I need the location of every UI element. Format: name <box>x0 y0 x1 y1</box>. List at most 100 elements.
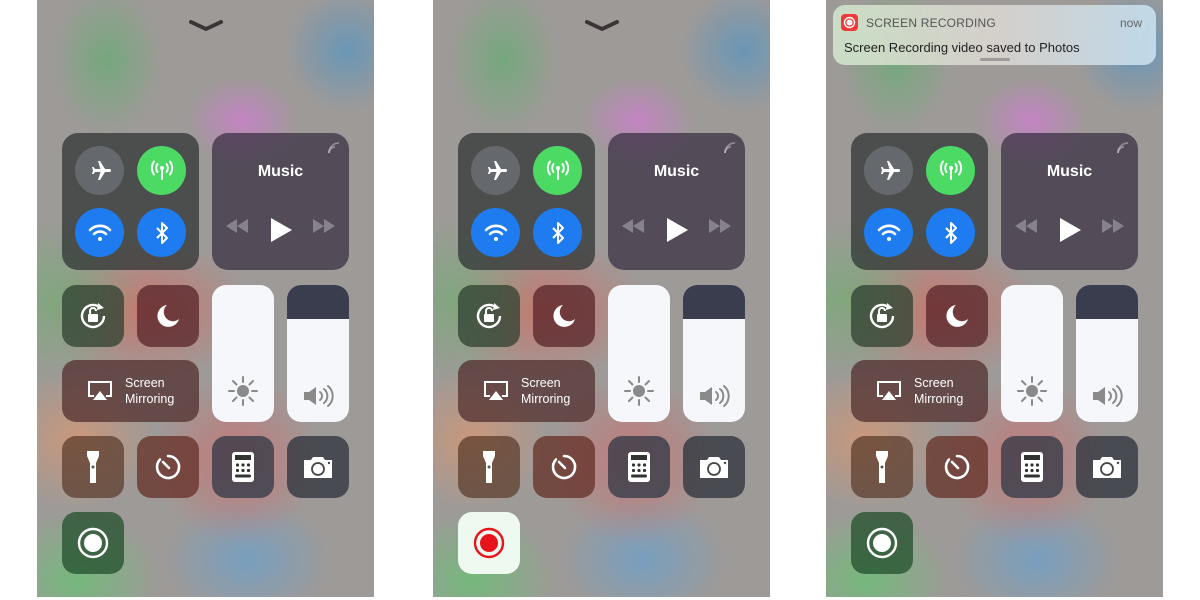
brightness-slider[interactable] <box>212 285 274 422</box>
cellular-data-toggle[interactable] <box>137 146 186 195</box>
do-not-disturb-toggle[interactable] <box>137 285 199 347</box>
bluetooth-toggle[interactable] <box>137 208 186 257</box>
wifi-toggle[interactable] <box>864 208 913 257</box>
moon-icon <box>157 305 179 327</box>
rewind-icon[interactable] <box>1014 219 1038 233</box>
airplane-icon <box>880 160 900 180</box>
timer-button[interactable] <box>533 436 595 498</box>
wifi-icon <box>484 224 507 241</box>
dismiss-chevron-icon[interactable] <box>585 20 619 32</box>
flashlight-button[interactable] <box>62 436 124 498</box>
speaker-icon <box>1093 385 1123 407</box>
screen-mirroring-label-line2: Mirroring <box>914 392 964 406</box>
speaker-icon <box>700 385 730 407</box>
airplane-mode-toggle[interactable] <box>471 146 520 195</box>
airplay-icon <box>877 381 901 400</box>
dismiss-chevron-icon[interactable] <box>189 20 223 32</box>
airplay-audio-icon[interactable] <box>327 141 341 155</box>
brightness-slider[interactable] <box>1001 285 1063 422</box>
volume-slider-empty <box>1076 285 1138 320</box>
cellular-data-toggle[interactable] <box>533 146 582 195</box>
camera-button[interactable] <box>683 436 745 498</box>
calculator-icon <box>628 452 650 482</box>
screen-mirroring-label-line2: Mirroring <box>521 392 571 406</box>
play-icon[interactable] <box>665 217 689 243</box>
orientation-lock-toggle[interactable] <box>458 285 520 347</box>
screen-recording-button[interactable] <box>851 512 913 574</box>
screen-record-icon <box>843 16 856 29</box>
flashlight-button[interactable] <box>851 436 913 498</box>
wifi-toggle[interactable] <box>471 208 520 257</box>
do-not-disturb-toggle[interactable] <box>926 285 988 347</box>
connectivity-module <box>62 133 199 270</box>
wifi-icon <box>877 224 900 241</box>
rotation-lock-icon <box>476 303 502 329</box>
control-center-recording: Music Screen Mirroring <box>433 0 770 597</box>
music-module[interactable]: Music <box>608 133 745 270</box>
screen-record-icon <box>473 527 505 559</box>
music-module[interactable]: Music <box>1001 133 1138 270</box>
orientation-lock-toggle[interactable] <box>851 285 913 347</box>
rewind-icon[interactable] <box>225 219 249 233</box>
do-not-disturb-toggle[interactable] <box>533 285 595 347</box>
volume-slider[interactable] <box>683 285 745 422</box>
airplane-icon <box>487 160 507 180</box>
airplane-icon <box>91 160 111 180</box>
flashlight-icon <box>87 451 99 483</box>
music-module[interactable]: Music <box>212 133 349 270</box>
play-icon[interactable] <box>1058 217 1082 243</box>
wifi-icon <box>88 224 111 241</box>
sun-icon <box>1017 376 1047 406</box>
airplane-mode-toggle[interactable] <box>864 146 913 195</box>
fast-forward-icon[interactable] <box>312 219 336 233</box>
timer-button[interactable] <box>137 436 199 498</box>
bluetooth-toggle[interactable] <box>926 208 975 257</box>
calculator-button[interactable] <box>608 436 670 498</box>
bluetooth-icon <box>551 221 564 244</box>
calculator-button[interactable] <box>212 436 274 498</box>
volume-slider-empty <box>287 285 349 320</box>
airplane-mode-toggle[interactable] <box>75 146 124 195</box>
bluetooth-icon <box>944 221 957 244</box>
brightness-slider[interactable] <box>608 285 670 422</box>
speaker-icon <box>304 385 334 407</box>
flashlight-icon <box>483 451 495 483</box>
notification-app-name: SCREEN RECORDING <box>866 16 996 30</box>
notification-app-icon <box>841 14 858 31</box>
music-title: Music <box>257 163 304 180</box>
airplay-audio-icon[interactable] <box>1116 141 1130 155</box>
screen-mirroring-label-line2: Mirroring <box>125 392 175 406</box>
timer-button[interactable] <box>926 436 988 498</box>
notification-banner[interactable]: SCREEN RECORDING now Screen Recording vi… <box>833 5 1156 65</box>
connectivity-module <box>851 133 988 270</box>
calculator-icon <box>232 452 254 482</box>
screen-mirroring-button[interactable]: Screen Mirroring <box>851 360 988 422</box>
camera-button[interactable] <box>287 436 349 498</box>
timer-icon <box>155 454 181 480</box>
screen-mirroring-button[interactable]: Screen Mirroring <box>458 360 595 422</box>
moon-icon <box>946 305 968 327</box>
screen-mirroring-button[interactable]: Screen Mirroring <box>62 360 199 422</box>
cellular-data-toggle[interactable] <box>926 146 975 195</box>
screen-recording-button[interactable] <box>62 512 124 574</box>
rewind-icon[interactable] <box>621 219 645 233</box>
calculator-button[interactable] <box>1001 436 1063 498</box>
sun-icon <box>624 376 654 406</box>
wifi-toggle[interactable] <box>75 208 124 257</box>
screen-recording-button[interactable] <box>458 512 520 574</box>
bluetooth-toggle[interactable] <box>533 208 582 257</box>
music-title: Music <box>1046 163 1093 180</box>
volume-slider[interactable] <box>1076 285 1138 422</box>
orientation-lock-toggle[interactable] <box>62 285 124 347</box>
fast-forward-icon[interactable] <box>708 219 732 233</box>
timer-icon <box>944 454 970 480</box>
flashlight-button[interactable] <box>458 436 520 498</box>
airplay-audio-icon[interactable] <box>723 141 737 155</box>
airplay-icon <box>88 381 112 400</box>
fast-forward-icon[interactable] <box>1101 219 1125 233</box>
volume-slider[interactable] <box>287 285 349 422</box>
camera-button[interactable] <box>1076 436 1138 498</box>
play-icon[interactable] <box>269 217 293 243</box>
notification-message: Screen Recording video saved to Photos <box>844 40 1080 55</box>
notification-grabber[interactable] <box>980 58 1010 61</box>
